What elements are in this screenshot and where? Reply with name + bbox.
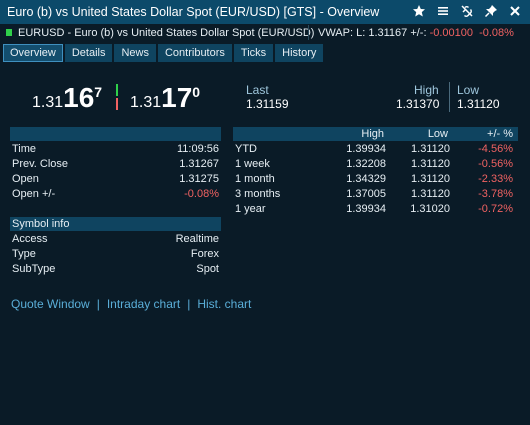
column-header-low: Low [427,128,448,140]
column-header-change: +/- % [487,128,513,140]
stats-label: Time [12,143,37,155]
vwap-change: -0.00100 [429,27,474,39]
bid-price-prefix: 1.31 [32,94,64,111]
period-change: -0.72% [478,203,513,215]
period-label: 3 months [235,188,281,200]
period-low: 1.31120 [411,188,450,200]
period-change: -4.56% [478,143,513,155]
tab-history[interactable]: History [275,44,324,62]
period-low: 1.31120 [411,173,450,185]
divider [308,25,309,40]
ask-price: 1.31170 [130,82,200,114]
period-label: YTD [235,143,257,155]
period-low: 1.31020 [410,203,450,215]
tab-news[interactable]: News [114,44,156,62]
period-high: 1.37005 [346,188,386,200]
hist-chart-link[interactable]: Hist. chart [197,297,251,311]
period-label: 1 year [235,203,266,215]
stats-value: -0.08% [184,188,219,200]
table-row: YTD 1.39934 1.31120 -4.56% [235,142,513,157]
symbol-info-value: Realtime [175,233,219,245]
symbol-info-value: Forex [190,248,219,260]
period-low: 1.31120 [411,143,450,155]
quote-window-link[interactable]: Quote Window [11,297,90,311]
stats-value: 1.31275 [179,173,219,185]
link-separator: | [96,297,100,311]
title-bar: Euro (b) vs United States Dollar Spot (E… [0,0,530,25]
period-change: -2.33% [478,173,513,185]
tab-contributors[interactable]: Contributors [157,44,232,62]
stats-row: Prev. Close 1.31267 [12,157,219,172]
tab-overview[interactable]: Overview [3,44,63,62]
period-label: 1 month [235,173,275,185]
tab-bar: Overview Details News Contributors Ticks… [3,44,324,62]
period-change: -3.78% [478,188,513,200]
symbol-info-header: Symbol info [10,217,221,231]
menu-icon[interactable] [436,4,450,18]
period-change: -0.56% [478,158,513,170]
stats-row: Open 1.31275 [12,172,219,187]
high-label: High [414,83,439,97]
tab-details[interactable]: Details [64,44,113,62]
stats-row: Open +/- -0.08% [12,187,219,202]
high-low-divider [449,82,450,112]
symbol-info-value: Spot [196,263,219,275]
vwap-text: VWAP: L: 1.31167 +/-: [318,27,427,39]
symbol-info-bar: EURUSD - Euro (b) vs United States Dolla… [0,24,530,42]
ask-price-fraction: 0 [192,84,201,100]
bid-price-fraction: 7 [94,84,103,100]
stats-row: Time 11:09:56 [12,142,219,157]
symbol-info-row: SubType Spot [12,262,219,277]
high-value: 1.31370 [396,97,440,111]
performance-header: High Low +/- % [233,127,518,141]
table-row: 1 month 1.34329 1.31120 -2.33% [235,172,513,187]
pin-icon[interactable] [484,4,498,18]
title-bar-icons [412,4,522,18]
period-low: 1.31120 [411,158,450,170]
bid-price-pips: 16 [63,82,95,113]
symbol-info-title: Symbol info [12,218,70,230]
tick-direction-icon [116,84,118,110]
period-label: 1 week [235,158,270,170]
stats-label: Open [12,173,39,185]
period-high: 1.34329 [346,173,386,185]
symbol-info-row: Access Realtime [12,232,219,247]
vwap-readout: VWAP: L: 1.31167 +/-: -0.00100 -0.08% [318,27,514,39]
vwap-change-pct: -0.08% [479,27,514,39]
stats-value: 11:09:56 [176,143,219,155]
last-value: 1.31159 [246,97,289,111]
stats-panel-header [10,127,221,141]
chart-links: Quote Window | Intraday chart | Hist. chart [11,297,251,311]
period-high: 1.32208 [346,158,386,170]
period-high: 1.39934 [346,203,386,215]
intraday-chart-link[interactable]: Intraday chart [107,297,180,311]
symbol-info-label: Type [12,248,36,260]
unlink-icon[interactable] [460,4,474,18]
window-title: Euro (b) vs United States Dollar Spot (E… [7,5,380,19]
symbol-info-label: SubType [12,263,56,275]
low-label: Low [457,83,480,97]
column-header-high: High [361,128,384,140]
tab-ticks[interactable]: Ticks [233,44,274,62]
bid-price: 1.31167 [32,82,102,114]
low-value: 1.31120 [457,97,500,111]
symbol-info-label: Access [12,233,48,245]
close-icon[interactable] [508,4,522,18]
table-row: 1 week 1.32208 1.31120 -0.56% [235,157,513,172]
star-icon[interactable] [412,4,426,18]
period-high: 1.39934 [346,143,386,155]
ask-price-pips: 17 [161,82,193,113]
quote-panel: 1.31167 1.31170 Last 1.31159 High 1.3137… [0,64,530,124]
table-row: 1 year 1.39934 1.31020 -0.72% [235,202,513,217]
link-separator: | [187,297,191,311]
stats-label: Prev. Close [12,158,69,170]
ask-price-prefix: 1.31 [130,94,162,111]
symbol-description: EURUSD - Euro (b) vs United States Dolla… [18,27,315,39]
table-row: 3 months 1.37005 1.31120 -3.78% [235,187,513,202]
stats-label: Open +/- [12,188,56,200]
symbol-info-row: Type Forex [12,247,219,262]
status-indicator [6,29,12,36]
last-label: Last [246,83,269,97]
stats-value: 1.31267 [179,158,219,170]
